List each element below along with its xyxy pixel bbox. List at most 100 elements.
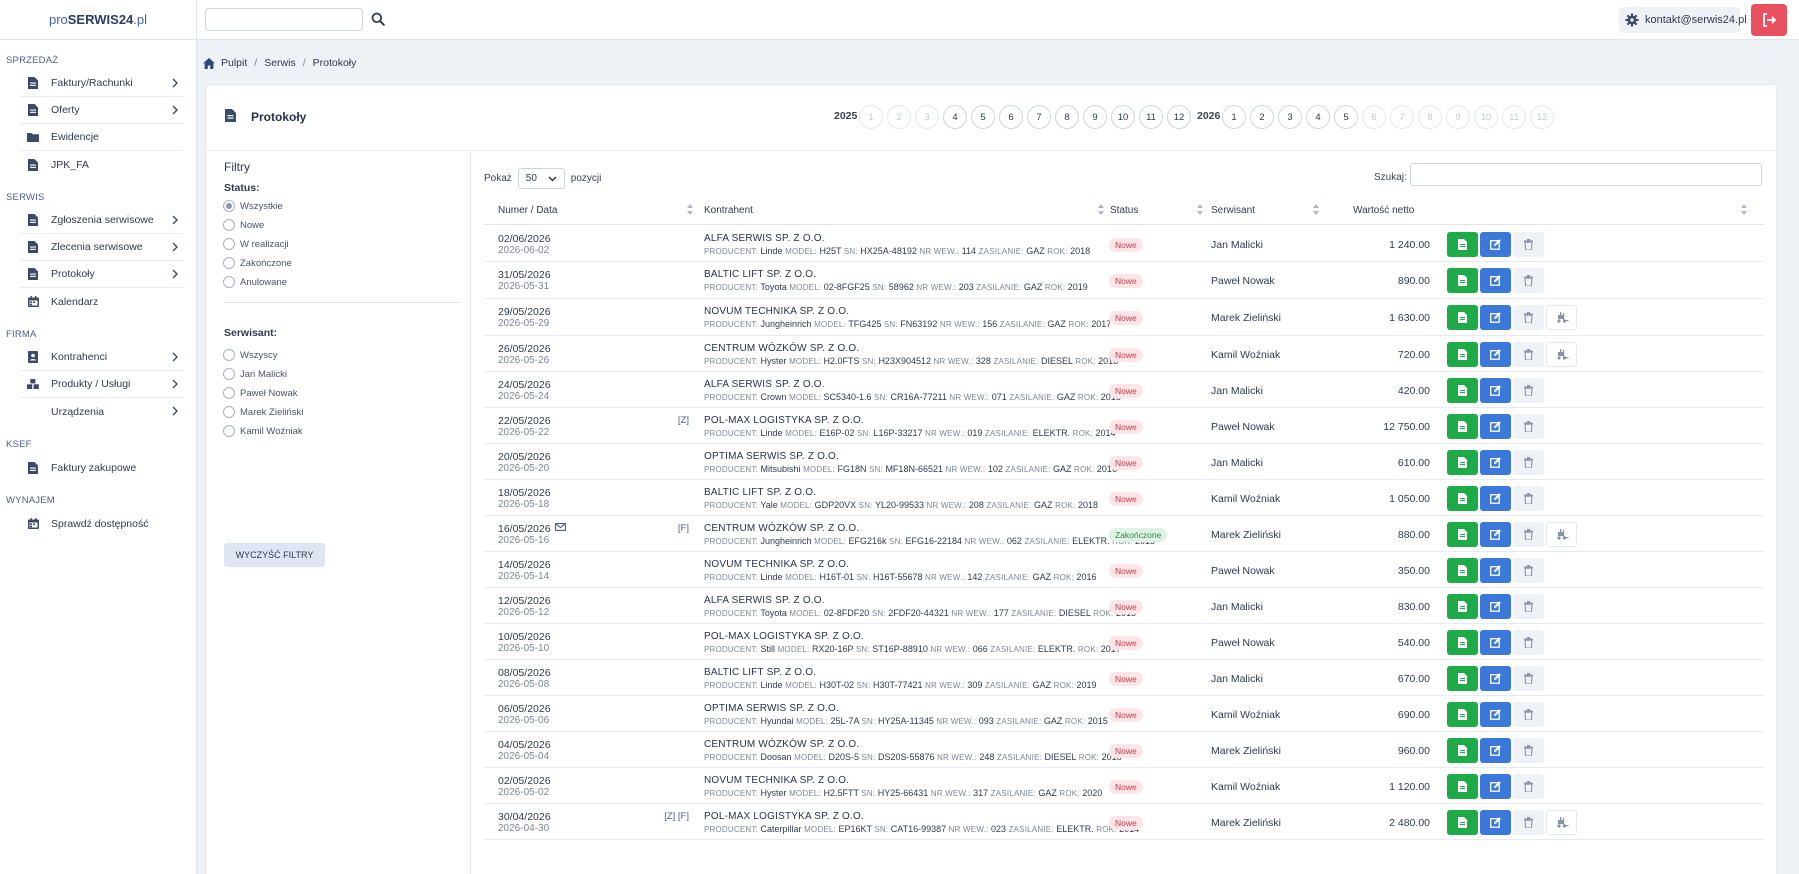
sidebar-item-faktury-zakupowe[interactable]: Faktury zakupowe [20,454,183,481]
radio-circle[interactable] [223,238,235,250]
breadcrumb-serwis[interactable]: Serwis [264,57,296,69]
forklift-button[interactable] [1546,810,1577,835]
delete-button[interactable] [1513,450,1544,475]
radio-option[interactable]: Kamil Woźniak [223,425,303,437]
edit-button[interactable] [1480,450,1511,475]
edit-button[interactable] [1480,305,1511,330]
month-button-2025-10[interactable]: 10 [1111,105,1135,129]
table-row[interactable]: 31/05/2026 2026-05-31 BALTIC LIFT SP. Z O.… [484,262,1764,299]
breadcrumb-home[interactable]: Pulpit [221,57,247,69]
protocol-number[interactable]: 29/05/2026 [498,306,551,318]
protocol-number[interactable]: 26/05/2026 [498,343,551,355]
table-row[interactable]: 30/04/2026 2026-04-30 [Z] [F] POL-MAX LOGIS… [484,804,1764,840]
radio-circle[interactable] [223,387,235,399]
protocol-number[interactable]: 06/05/2026 [498,703,551,715]
edit-button[interactable] [1480,810,1511,835]
client-name[interactable]: BALTIC LIFT SP. Z O.O. [704,269,816,280]
table-row[interactable]: 02/06/2026 2026-06-02 ALFA SERWIS SP. Z O.… [484,226,1764,262]
delete-button[interactable] [1513,378,1544,403]
delete-button[interactable] [1513,810,1544,835]
client-name[interactable]: POL-MAX LOGISTYKA SP. Z O.O. [704,631,864,642]
delete-button[interactable] [1513,522,1544,547]
pdf-button[interactable] [1447,774,1478,799]
month-button-2026-1[interactable]: 1 [1222,105,1246,129]
protocol-number[interactable]: 20/05/2026 [498,451,551,463]
global-search-input[interactable] [205,8,363,31]
month-button-2026-4[interactable]: 4 [1306,105,1330,129]
radio-option[interactable]: Wszystkie [223,200,283,212]
column-header-client[interactable]: Kontrahent [704,205,753,216]
protocol-number[interactable]: 16/05/2026 [498,523,551,535]
protocol-number[interactable]: 12/05/2026 [498,595,551,607]
protocol-number[interactable]: 14/05/2026 [498,559,551,571]
radio-option[interactable]: W realizacji [223,238,289,250]
radio-option[interactable]: Paweł Nowak [223,387,298,399]
table-row[interactable]: 16/05/2026 2026-05-16 [F] CENTRUM WÓZKÓW SP… [484,516,1764,552]
column-header-tech[interactable]: Serwisant [1211,205,1255,216]
month-button-2026-5[interactable]: 5 [1334,105,1358,129]
edit-button[interactable] [1480,268,1511,293]
table-search-input[interactable] [1410,163,1762,186]
edit-button[interactable] [1480,522,1511,547]
delete-button[interactable] [1513,702,1544,727]
sidebar-item-urządzenia[interactable]: Urządzenia [20,398,183,425]
table-row[interactable]: 18/05/2026 2026-05-18 BALTIC LIFT SP. Z O.… [484,480,1764,516]
clear-filters-button[interactable]: WYCZYŚĆ FILTRY [224,543,325,567]
pdf-button[interactable] [1447,594,1478,619]
sidebar-item-jpk-fa[interactable]: JPK_FA [20,151,183,178]
edit-button[interactable] [1480,342,1511,367]
client-name[interactable]: BALTIC LIFT SP. Z O.O. [704,487,816,498]
edit-button[interactable] [1480,232,1511,257]
client-name[interactable]: POL-MAX LOGISTYKA SP. Z O.O. [704,415,864,426]
month-button-2025-9[interactable]: 9 [1083,105,1107,129]
radio-circle[interactable] [223,406,235,418]
month-button-2025-8[interactable]: 8 [1055,105,1079,129]
delete-button[interactable] [1513,232,1544,257]
delete-button[interactable] [1513,414,1544,439]
delete-button[interactable] [1513,268,1544,293]
protocol-number[interactable]: 22/05/2026 [498,415,551,427]
radio-option[interactable]: Zakończone [223,257,292,269]
edit-button[interactable] [1480,414,1511,439]
client-name[interactable]: NOVUM TECHNIKA SP. Z O.O. [704,559,849,570]
sort-icon[interactable] [1098,204,1104,215]
pdf-button[interactable] [1447,558,1478,583]
radio-option[interactable]: Anulowane [223,276,287,288]
sort-icon[interactable] [1313,204,1319,215]
pdf-button[interactable] [1447,378,1478,403]
table-row[interactable]: 20/05/2026 2026-05-20 OPTIMA SERWIS SP. Z … [484,444,1764,480]
protocol-number[interactable]: 02/05/2026 [498,775,551,787]
protocol-number[interactable]: 08/05/2026 [498,667,551,679]
client-name[interactable]: NOVUM TECHNIKA SP. Z O.O. [704,306,849,317]
sidebar-item-zgłoszenia-serwisowe[interactable]: Zgłoszenia serwisowe [20,207,183,234]
radio-option[interactable]: Nowe [223,219,264,231]
pdf-button[interactable] [1447,486,1478,511]
radio-circle[interactable] [223,276,235,288]
delete-button[interactable] [1513,342,1544,367]
month-button-2026-2[interactable]: 2 [1250,105,1274,129]
radio-circle[interactable] [223,368,235,380]
month-button-2026-3[interactable]: 3 [1278,105,1302,129]
delete-button[interactable] [1513,630,1544,655]
table-row[interactable]: 10/05/2026 2026-05-10 POL-MAX LOGISTYKA SP… [484,624,1764,660]
pdf-button[interactable] [1447,305,1478,330]
radio-circle[interactable] [223,200,235,212]
forklift-button[interactable] [1546,305,1577,330]
edit-button[interactable] [1480,594,1511,619]
edit-button[interactable] [1480,666,1511,691]
sidebar-item-sprawdź-dostępność[interactable]: Sprawdź dostępność [20,510,183,537]
page-length-select[interactable]: 50 [517,168,565,189]
edit-button[interactable] [1480,738,1511,763]
client-name[interactable]: OPTIMA SERWIS SP. Z O.O. [704,703,839,714]
protocol-number[interactable]: 31/05/2026 [498,269,551,281]
protocol-number[interactable]: 02/06/2026 [498,233,551,245]
column-header-date[interactable]: Numer / Data [498,205,557,216]
month-button-2025-5[interactable]: 5 [971,105,995,129]
table-row[interactable]: 24/05/2026 2026-05-24 ALFA SERWIS SP. Z O.… [484,372,1764,408]
sidebar-item-ewidencje[interactable]: Ewidencje [20,124,183,151]
pdf-button[interactable] [1447,450,1478,475]
pdf-button[interactable] [1447,666,1478,691]
protocol-number[interactable]: 18/05/2026 [498,487,551,499]
sort-icon[interactable] [1741,204,1747,215]
pdf-button[interactable] [1447,810,1478,835]
